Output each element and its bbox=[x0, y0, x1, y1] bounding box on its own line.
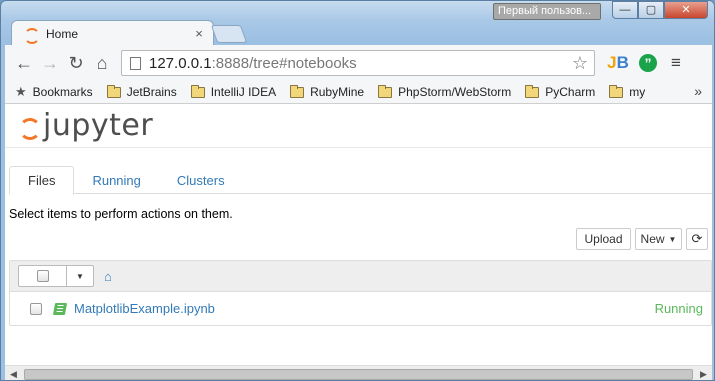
new-label: New bbox=[640, 232, 665, 246]
notebook-row[interactable]: MatplotlibExample.ipynb Running bbox=[10, 292, 711, 325]
bookmark-item[interactable]: PyCharm bbox=[525, 84, 596, 99]
tab-strip: Home × Первый пользов... — ▢ ✕ bbox=[1, 1, 714, 46]
scrollbar-thumb[interactable] bbox=[24, 368, 693, 380]
bookmark-item[interactable]: RubyMine bbox=[290, 84, 365, 99]
minimize-button[interactable]: — bbox=[612, 1, 638, 19]
jupyter-favicon-icon bbox=[24, 27, 40, 44]
folder-icon bbox=[378, 84, 393, 98]
quote-extension-icon[interactable]: ” bbox=[639, 54, 657, 72]
new-dropdown-button[interactable]: New ▼ bbox=[635, 228, 682, 250]
url-host: 127.0.0.1 bbox=[149, 54, 212, 72]
browser-window: Home × Первый пользов... — ▢ ✕ ← → ↻ ⌂ 1… bbox=[0, 0, 715, 381]
bookmark-item[interactable]: JetBrains bbox=[106, 84, 177, 99]
bookmark-label: my bbox=[629, 85, 646, 99]
folder-icon bbox=[106, 84, 121, 98]
bookmark-label: PyCharm bbox=[545, 85, 596, 99]
bookmark-item[interactable]: IntelliJ IDEA bbox=[190, 84, 277, 99]
window-controls: — ▢ ✕ bbox=[612, 1, 708, 19]
reload-button[interactable]: ↻ bbox=[63, 50, 89, 76]
bookmark-label: Bookmarks bbox=[32, 85, 93, 99]
forward-button[interactable]: → bbox=[37, 50, 63, 76]
maximize-button[interactable]: ▢ bbox=[638, 1, 664, 19]
scroll-right-icon[interactable]: ▶ bbox=[695, 369, 712, 380]
jetbrains-extension-icon[interactable]: JB bbox=[607, 52, 629, 74]
bookmark-label: PhpStorm/WebStorm bbox=[398, 85, 512, 99]
scroll-left-icon[interactable]: ◀ bbox=[5, 369, 22, 380]
bookmark-item[interactable]: my bbox=[609, 84, 646, 99]
bookmark-label: RubyMine bbox=[310, 85, 365, 99]
running-status: Running bbox=[654, 301, 703, 316]
bookmark-item[interactable]: PhpStorm/WebStorm bbox=[378, 84, 512, 99]
tab-files[interactable]: Files bbox=[9, 166, 75, 195]
chrome-menu-icon[interactable]: ≡ bbox=[671, 53, 681, 73]
caret-down-icon: ▼ bbox=[668, 234, 677, 244]
tab-close-icon[interactable]: × bbox=[191, 26, 207, 41]
upload-button[interactable]: Upload bbox=[576, 228, 631, 250]
notebook-list: ▼ ⌂ MatplotlibExample.ipynb Running bbox=[9, 260, 712, 326]
tab-title: Home bbox=[46, 26, 79, 41]
bookmarks-bar: ★ Bookmarks JetBrains IntelliJ IDEA RubyMine… bbox=[5, 81, 712, 103]
select-menu-caret-icon[interactable]: ▼ bbox=[67, 266, 93, 286]
browser-tab-home[interactable]: Home × bbox=[11, 20, 214, 46]
new-tab-button[interactable] bbox=[210, 25, 248, 43]
select-all-checkbox[interactable] bbox=[36, 270, 49, 282]
folder-icon bbox=[609, 84, 624, 98]
star-icon: ★ bbox=[15, 84, 27, 99]
jb-letter-j: J bbox=[607, 53, 617, 72]
bookmark-item[interactable]: ★ Bookmarks bbox=[15, 84, 93, 100]
folder-icon bbox=[190, 84, 205, 98]
jupyter-page: jupyter Files Running Clusters Select item… bbox=[5, 103, 712, 380]
notebook-link[interactable]: MatplotlibExample.ipynb bbox=[74, 301, 215, 316]
page-icon bbox=[130, 56, 141, 70]
home-button[interactable]: ⌂ bbox=[89, 50, 115, 76]
horizontal-scrollbar[interactable]: ◀ ▶ bbox=[5, 365, 712, 380]
url-path: :8888/tree#notebooks bbox=[211, 54, 357, 72]
browser-body: ← → ↻ ⌂ 127.0.0.1:8888/tree#notebooks ☆ … bbox=[5, 45, 712, 380]
row-checkbox[interactable] bbox=[30, 302, 42, 315]
jupyter-logo-text[interactable]: jupyter bbox=[43, 108, 153, 143]
home-breadcrumb-icon[interactable]: ⌂ bbox=[104, 269, 112, 284]
address-bar[interactable]: 127.0.0.1:8888/tree#notebooks ☆ bbox=[121, 50, 595, 76]
list-header: ▼ ⌂ bbox=[10, 261, 711, 292]
bookmark-label: JetBrains bbox=[126, 85, 177, 99]
close-window-button[interactable]: ✕ bbox=[664, 1, 708, 19]
notebook-icon bbox=[52, 302, 68, 315]
browser-toolbar: ← → ↻ ⌂ 127.0.0.1:8888/tree#notebooks ☆ … bbox=[5, 45, 712, 81]
refresh-icon[interactable]: ⟳ bbox=[686, 228, 708, 250]
url-text: 127.0.0.1:8888/tree#notebooks bbox=[149, 55, 357, 72]
tab-clusters[interactable]: Clusters bbox=[159, 166, 243, 195]
jupyter-logo-icon[interactable] bbox=[17, 115, 41, 140]
bookmark-star-icon[interactable]: ☆ bbox=[572, 53, 588, 74]
tab-running[interactable]: Running bbox=[74, 166, 158, 195]
jb-letter-b: B bbox=[616, 53, 629, 72]
back-button[interactable]: ← bbox=[11, 50, 37, 76]
jupyter-header: jupyter bbox=[5, 104, 712, 148]
select-all-cell[interactable] bbox=[19, 266, 67, 286]
bookmarks-overflow-icon[interactable]: » bbox=[694, 83, 702, 99]
select-all-control: ▼ bbox=[18, 265, 94, 287]
folder-icon bbox=[525, 84, 540, 98]
profile-badge[interactable]: Первый пользов... bbox=[493, 3, 601, 20]
selection-hint: Select items to perform actions on them. bbox=[9, 207, 233, 221]
folder-icon bbox=[290, 84, 305, 98]
bookmark-label: IntelliJ IDEA bbox=[210, 85, 277, 99]
jupyter-tabs: Files Running Clusters bbox=[9, 166, 712, 195]
